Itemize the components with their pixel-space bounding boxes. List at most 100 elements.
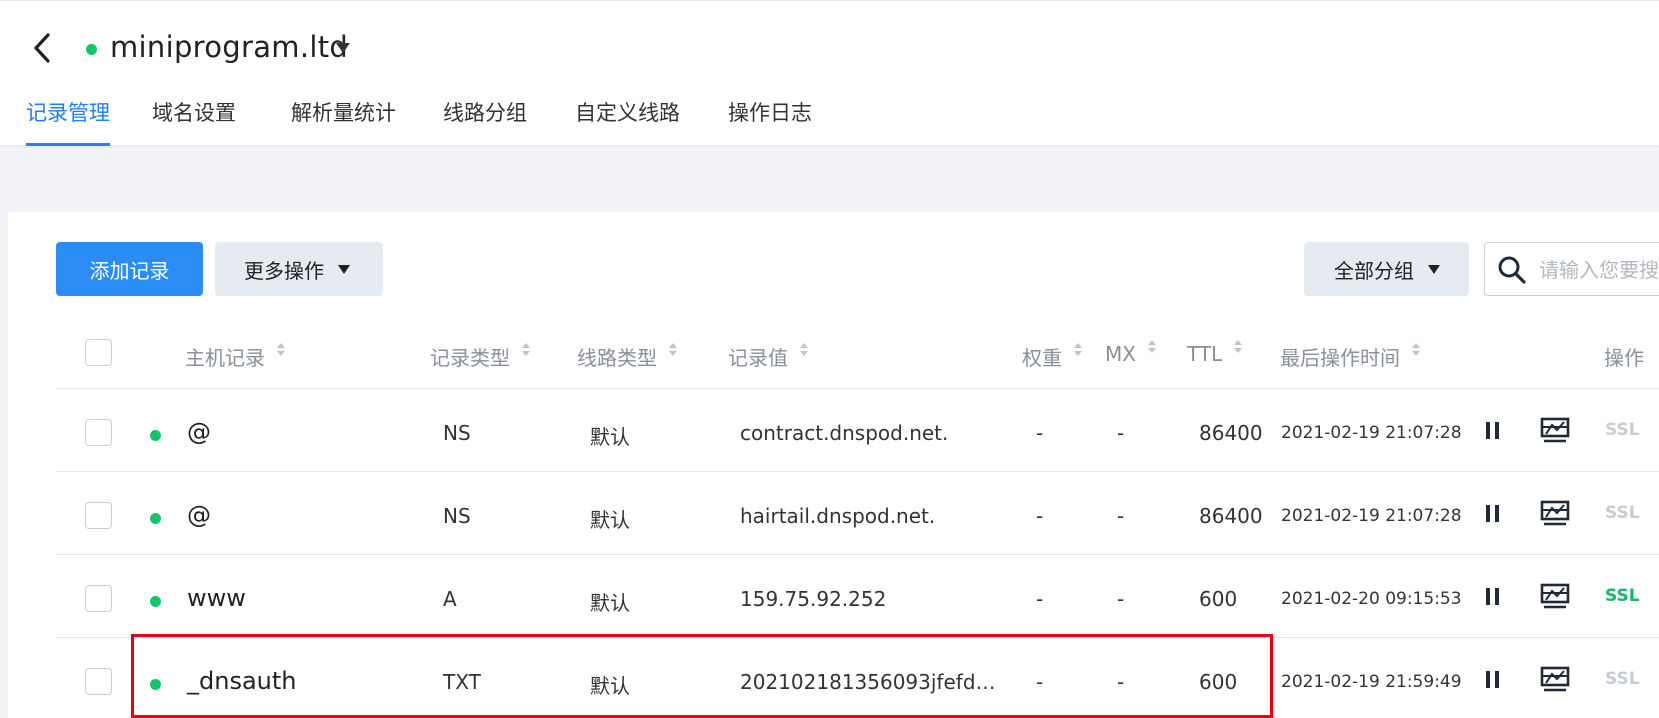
- row-checkbox[interactable]: [85, 419, 112, 446]
- domain-header: miniprogram.ltd 记录管理 域名设置 解析量统计 线路分组 自定义…: [0, 0, 1659, 146]
- cell-value[interactable]: hairtail.dnspod.net.: [740, 504, 1000, 528]
- cell-weight: -: [1036, 670, 1044, 694]
- cell-type: NS: [443, 504, 471, 528]
- header-type[interactable]: 记录类型: [430, 342, 532, 371]
- row-divider: [56, 388, 1659, 389]
- record-status-dot: [150, 513, 161, 524]
- header-line[interactable]: 线路类型: [577, 342, 679, 371]
- row-checkbox[interactable]: [85, 502, 112, 529]
- record-status-dot: [150, 679, 161, 690]
- cell-ttl: 86400: [1199, 421, 1263, 445]
- back-arrow-icon[interactable]: [30, 31, 56, 65]
- cell-weight: -: [1036, 421, 1044, 445]
- cell-value[interactable]: contract.dnspod.net.: [740, 421, 1000, 445]
- row-divider: [56, 554, 1659, 555]
- search-input[interactable]: [1539, 255, 1659, 285]
- header-time[interactable]: 最后操作时间: [1280, 342, 1422, 371]
- cell-mx: -: [1117, 504, 1125, 528]
- cell-value[interactable]: 159.75.92.252: [740, 587, 1000, 611]
- row-divider: [56, 637, 1659, 638]
- monitor-icon[interactable]: [1540, 417, 1570, 443]
- pause-icon[interactable]: [1485, 588, 1501, 605]
- cell-time: 2021-02-19 21:07:28: [1281, 506, 1462, 526]
- cell-time: 2021-02-20 09:15:53: [1281, 589, 1462, 609]
- tab-query-statistics[interactable]: 解析量统计: [291, 97, 396, 146]
- search-icon[interactable]: [1497, 255, 1527, 285]
- pause-icon[interactable]: [1485, 422, 1501, 439]
- tab-custom-lines[interactable]: 自定义线路: [575, 97, 680, 146]
- sort-icon[interactable]: [1074, 342, 1084, 359]
- cell-type: A: [443, 587, 457, 611]
- cell-type: NS: [443, 421, 471, 445]
- header-mx-label: MX: [1105, 342, 1136, 366]
- group-filter-label: 全部分组: [1334, 258, 1414, 283]
- sort-icon[interactable]: [800, 342, 810, 359]
- header-ttl[interactable]: TTL: [1187, 340, 1244, 366]
- tab-domain-settings[interactable]: 域名设置: [152, 97, 236, 146]
- row-checkbox[interactable]: [85, 668, 112, 695]
- domain-name: miniprogram.ltd: [110, 30, 349, 64]
- cell-host[interactable]: _dnsauth: [187, 667, 297, 695]
- search-box[interactable]: [1484, 242, 1659, 296]
- pause-icon[interactable]: [1485, 505, 1501, 522]
- sort-icon[interactable]: [1234, 340, 1244, 356]
- cell-line: 默认: [590, 425, 630, 449]
- caret-down-icon: [338, 264, 350, 274]
- tab-line-groups[interactable]: 线路分组: [443, 97, 527, 146]
- monitor-icon[interactable]: [1540, 500, 1570, 526]
- sort-icon[interactable]: [669, 342, 679, 359]
- more-actions-button[interactable]: 更多操作: [215, 242, 383, 296]
- row-checkbox[interactable]: [85, 585, 112, 612]
- header-time-label: 最后操作时间: [1280, 346, 1400, 370]
- cell-host[interactable]: @: [187, 418, 211, 446]
- sort-icon[interactable]: [277, 342, 287, 359]
- cell-ttl: 86400: [1199, 504, 1263, 528]
- ssl-link[interactable]: SSL: [1605, 586, 1640, 606]
- cell-time: 2021-02-19 21:07:28: [1281, 423, 1462, 443]
- ssl-link[interactable]: SSL: [1605, 669, 1640, 689]
- cell-line: 默认: [590, 591, 630, 615]
- record-status-dot: [150, 430, 161, 441]
- ssl-link[interactable]: SSL: [1605, 420, 1640, 440]
- header-host[interactable]: 主机记录: [185, 342, 287, 371]
- pause-icon[interactable]: [1485, 671, 1501, 688]
- select-all-checkbox[interactable]: [85, 339, 112, 366]
- cell-time: 2021-02-19 21:59:49: [1281, 672, 1462, 692]
- cell-ttl: 600: [1199, 587, 1238, 611]
- cell-value[interactable]: 202102181356093jfefd0dc...: [740, 670, 1000, 694]
- header-value[interactable]: 记录值: [728, 342, 810, 371]
- header-host-label: 主机记录: [185, 346, 265, 370]
- header-weight[interactable]: 权重: [1022, 342, 1084, 371]
- tab-operation-log[interactable]: 操作日志: [728, 97, 812, 146]
- add-record-button[interactable]: 添加记录: [56, 242, 203, 296]
- cell-host[interactable]: www: [187, 584, 246, 612]
- header-mx[interactable]: MX: [1105, 340, 1158, 366]
- tab-record-management[interactable]: 记录管理: [26, 97, 110, 146]
- record-status-dot: [150, 596, 161, 607]
- sort-icon[interactable]: [522, 342, 532, 359]
- sort-icon[interactable]: [1412, 342, 1422, 359]
- header-type-label: 记录类型: [430, 346, 510, 370]
- domain-status-dot: [86, 44, 97, 55]
- header-value-label: 记录值: [728, 346, 788, 370]
- row-divider: [56, 471, 1659, 472]
- cell-line: 默认: [590, 674, 630, 698]
- monitor-icon[interactable]: [1540, 583, 1570, 609]
- cell-weight: -: [1036, 504, 1044, 528]
- header-weight-label: 权重: [1022, 346, 1062, 370]
- monitor-icon[interactable]: [1540, 666, 1570, 692]
- cell-line: 默认: [590, 508, 630, 532]
- domain-dropdown-caret-icon[interactable]: [336, 43, 350, 53]
- cell-host[interactable]: @: [187, 501, 211, 529]
- cell-mx: -: [1117, 670, 1125, 694]
- cell-mx: -: [1117, 587, 1125, 611]
- group-filter-button[interactable]: 全部分组: [1304, 242, 1469, 296]
- cell-type: TXT: [443, 670, 481, 694]
- header-actions: 操作: [1604, 342, 1644, 371]
- ssl-link[interactable]: SSL: [1605, 503, 1640, 523]
- cell-ttl: 600: [1199, 670, 1238, 694]
- header-actions-label: 操作: [1604, 346, 1644, 370]
- header-line-label: 线路类型: [577, 346, 657, 370]
- header-ttl-label: TTL: [1187, 342, 1223, 366]
- sort-icon[interactable]: [1147, 340, 1158, 356]
